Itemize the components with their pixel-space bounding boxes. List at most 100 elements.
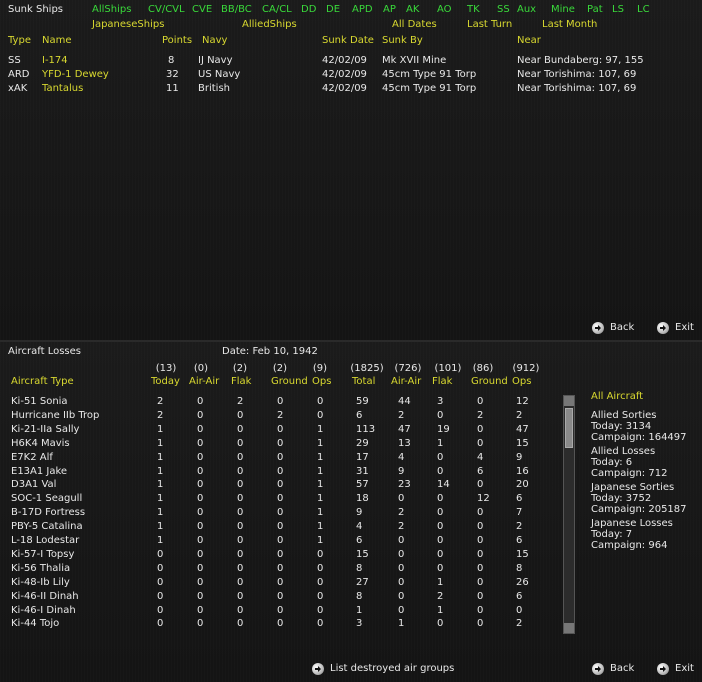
cell-date: 42/02/09 <box>322 69 367 80</box>
filter-de[interactable]: DE <box>326 4 340 16</box>
cell-camp-ground: 0 <box>477 563 484 574</box>
losses-scrollbar[interactable] <box>563 395 575 634</box>
cell-total: 4 <box>356 521 363 532</box>
cell-camp-ops: 15 <box>516 438 529 449</box>
col-navy[interactable]: Navy <box>202 35 227 47</box>
col-air-air[interactable]: Air-Air <box>189 376 219 388</box>
col-flak[interactable]: Flak <box>231 376 251 388</box>
cell-type: xAK <box>8 83 28 94</box>
list-destroyed-air-groups-button[interactable]: List destroyed air groups <box>312 663 454 675</box>
cell-aircraft-name: Ki-57-I Topsy <box>11 549 75 560</box>
col-sunk-date[interactable]: Sunk Date <box>322 35 374 47</box>
cell-camp-ground: 0 <box>477 479 484 490</box>
cell-camp-air-air: 13 <box>398 438 411 449</box>
col-near[interactable]: Near <box>517 35 541 47</box>
cell-camp-air-air: 0 <box>398 549 405 560</box>
japanese-sorties-campaign: Campaign: 205187 <box>591 504 687 515</box>
filter-last-month[interactable]: Last Month <box>542 19 597 31</box>
ship-name-link[interactable]: Tantalus <box>42 83 83 95</box>
filter-ss[interactable]: SS <box>497 4 510 16</box>
filter-ao[interactable]: AO <box>437 4 452 16</box>
filter-dd[interactable]: DD <box>301 4 316 16</box>
col-today[interactable]: Today <box>151 376 180 388</box>
exit-label: Exit <box>675 663 694 674</box>
filter-apd[interactable]: APD <box>352 4 373 16</box>
cell-total: 59 <box>356 396 369 407</box>
cell-air-air: 0 <box>197 452 204 463</box>
filter-last-turn[interactable]: Last Turn <box>467 19 512 31</box>
cell-ground: 0 <box>277 452 284 463</box>
cell-ops: 0 <box>317 396 324 407</box>
col-ground[interactable]: Ground <box>271 376 308 388</box>
scroll-down-icon[interactable] <box>564 623 574 633</box>
filter-ap[interactable]: AP <box>383 4 396 16</box>
cell-flak: 0 <box>237 479 244 490</box>
col-points[interactable]: Points <box>162 35 192 47</box>
cell-air-air: 0 <box>197 396 204 407</box>
filter-all-dates[interactable]: All Dates <box>392 19 437 31</box>
filter-cve[interactable]: CVE <box>192 4 212 16</box>
cell-date: 42/02/09 <box>322 83 367 94</box>
back-button[interactable]: Back <box>592 663 634 675</box>
cell-camp-ground: 4 <box>477 452 484 463</box>
filter-ak[interactable]: AK <box>406 4 419 16</box>
scroll-up-icon[interactable] <box>564 396 574 406</box>
col-camp-ground[interactable]: Ground <box>471 376 508 388</box>
filter-lc[interactable]: LC <box>637 4 650 16</box>
exit-button[interactable]: Exit <box>657 663 694 675</box>
allied-losses-campaign: Campaign: 712 <box>591 468 668 479</box>
scroll-thumb[interactable] <box>565 408 573 448</box>
cell-air-air: 0 <box>197 410 204 421</box>
col-type[interactable]: Type <box>8 35 31 47</box>
col-total[interactable]: Total <box>352 376 375 388</box>
col-sunk-by[interactable]: Sunk By <box>382 35 423 47</box>
filter-cv-cvl[interactable]: CV/CVL <box>148 4 185 16</box>
cell-today: 0 <box>157 591 164 602</box>
filter-tk[interactable]: TK <box>467 4 480 16</box>
count-flak: (2) <box>232 363 248 374</box>
col-ops[interactable]: Ops <box>312 376 331 388</box>
filter-bb-bc[interactable]: BB/BC <box>221 4 252 16</box>
cell-ground: 0 <box>277 424 284 435</box>
back-label: Back <box>610 663 635 674</box>
cell-air-air: 0 <box>197 438 204 449</box>
filter-aux[interactable]: Aux <box>517 4 536 16</box>
cell-air-air: 0 <box>197 618 204 629</box>
cell-camp-flak: 0 <box>437 618 444 629</box>
back-button[interactable]: Back <box>592 322 634 334</box>
cell-total: 6 <box>356 535 363 546</box>
filter-ca-cl[interactable]: CA/CL <box>262 4 292 16</box>
aircraft-losses-title: Aircraft Losses <box>8 346 81 357</box>
col-camp-air-air[interactable]: Air-Air <box>391 376 421 388</box>
filter-pat[interactable]: Pat <box>587 4 603 16</box>
cell-air-air: 0 <box>197 535 204 546</box>
filter-ls[interactable]: LS <box>612 4 624 16</box>
filter-all-ships[interactable]: AllShips <box>92 4 131 16</box>
col-camp-flak[interactable]: Flak <box>432 376 452 388</box>
cell-total: 113 <box>356 424 376 435</box>
filter-all-aircraft[interactable]: All Aircraft <box>591 391 643 403</box>
count-camp-air-air: (726) <box>394 363 422 374</box>
col-name[interactable]: Name <box>42 35 72 47</box>
ship-name-link[interactable]: I-174 <box>42 55 68 67</box>
cell-today: 0 <box>157 563 164 574</box>
filter-japanese-ships[interactable]: JapaneseShips <box>92 19 164 31</box>
cell-total: 27 <box>356 577 369 588</box>
cell-ops: 1 <box>317 521 324 532</box>
cell-flak: 0 <box>237 577 244 588</box>
cell-total: 31 <box>356 466 369 477</box>
cell-camp-air-air: 0 <box>398 605 405 616</box>
col-aircraft-type[interactable]: Aircraft Type <box>11 376 74 388</box>
cell-today: 1 <box>157 521 164 532</box>
filter-allied-ships[interactable]: AlliedShips <box>242 19 297 31</box>
cell-ground: 0 <box>277 438 284 449</box>
exit-button[interactable]: Exit <box>657 322 694 334</box>
filter-mine[interactable]: Mine <box>551 4 575 16</box>
ship-name-link[interactable]: YFD-1 Dewey <box>42 69 109 81</box>
col-camp-ops[interactable]: Ops <box>512 376 531 388</box>
cell-camp-air-air: 9 <box>398 466 405 477</box>
cell-total: 8 <box>356 591 363 602</box>
cell-camp-ops: 2 <box>516 410 523 421</box>
cell-date: 42/02/09 <box>322 55 367 66</box>
cell-flak: 0 <box>237 452 244 463</box>
